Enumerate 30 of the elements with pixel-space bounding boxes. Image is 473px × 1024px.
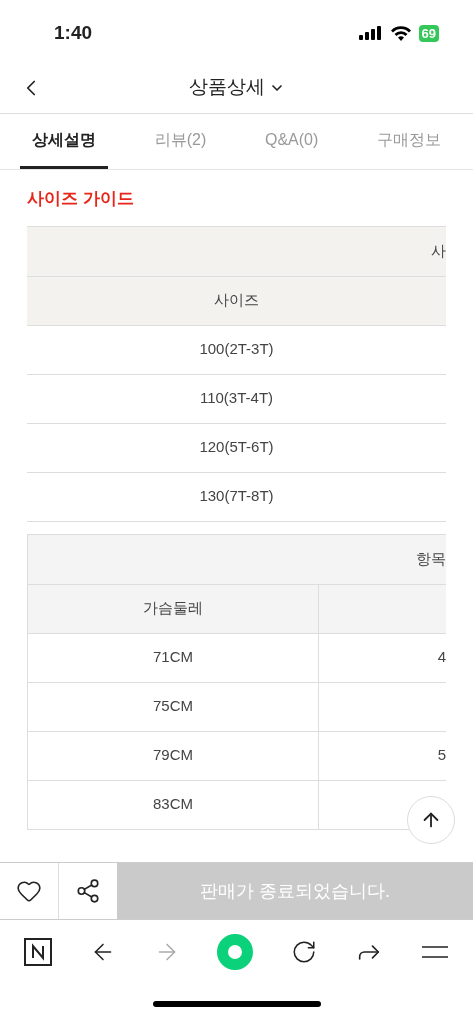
table-header-cell: 항목 (28, 534, 446, 585)
table-cell: 75CM (28, 682, 319, 731)
table-cell: 110(3T-4T) (27, 374, 446, 424)
heart-icon (16, 878, 42, 904)
table-cell: 71CM (28, 633, 319, 682)
table-header-cell: 사이즈 (27, 276, 446, 326)
table-cell: 79CM (28, 731, 319, 780)
signal-icon (358, 26, 383, 40)
refresh-icon[interactable] (291, 939, 318, 965)
battery-indicator: 69 (418, 24, 439, 42)
wifi-icon (390, 25, 411, 41)
table-cell: 100(2T-3T) (27, 325, 446, 375)
tab[interactable]: 리뷰(2) (142, 114, 219, 169)
tab[interactable]: 상세설명 (20, 114, 108, 169)
table-cell-text: 5 (436, 745, 446, 766)
table-cell: 120(5T-6T) (27, 423, 446, 473)
scroll-top-button[interactable] (407, 796, 455, 844)
home-logo-icon[interactable] (24, 938, 52, 966)
page-title-dropdown[interactable]: 상품상세 (188, 73, 285, 102)
table-header-cell: 가슴둘레 (28, 584, 319, 633)
tab[interactable]: 구매정보 (364, 114, 453, 169)
tab[interactable]: Q&A(0) (252, 114, 331, 169)
table-cell-text: 4 (436, 647, 446, 668)
table-header-cell: 사 (27, 226, 446, 277)
menu-icon[interactable] (420, 943, 449, 961)
section-title: 사이즈 가이드 (27, 188, 135, 210)
table-cell: 130(7T-8T) (27, 472, 446, 522)
status-time: 1:40 (54, 20, 93, 45)
share-icon (75, 878, 101, 904)
table-cell: 83CM (28, 780, 319, 829)
